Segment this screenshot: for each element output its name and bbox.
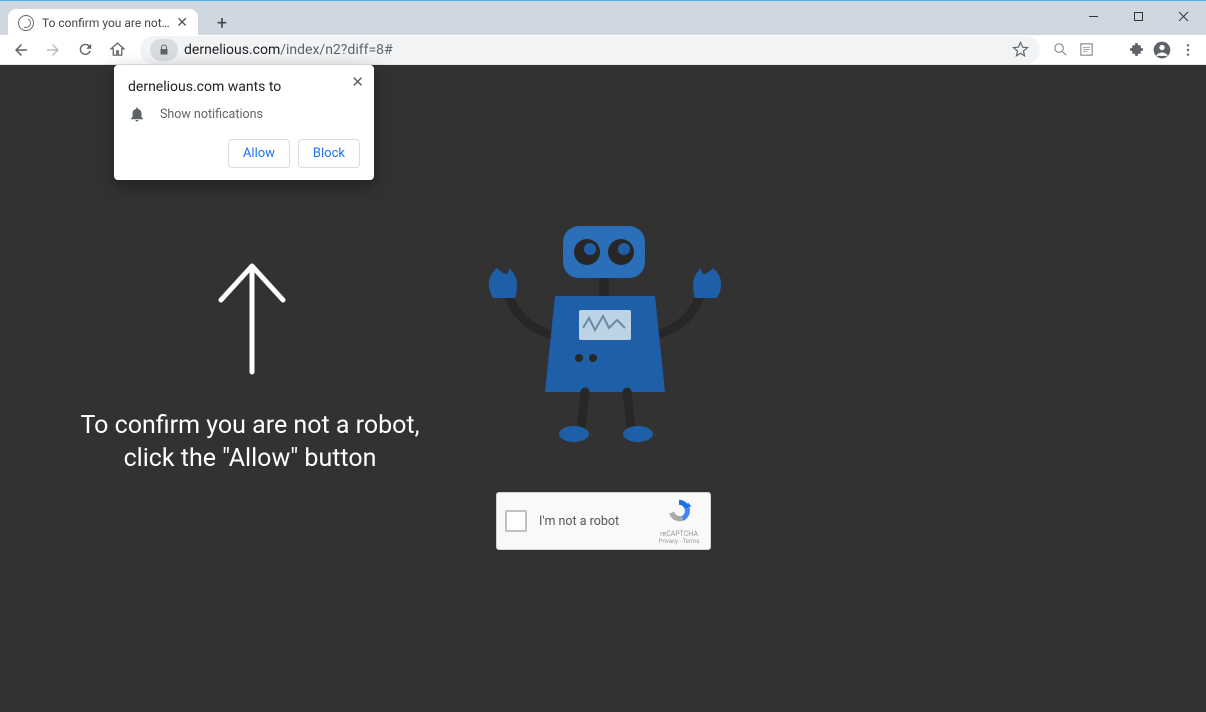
browser-toolbar: dernelious.com/index/n2?diff=8# — [0, 35, 1206, 65]
robot-illustration — [475, 220, 735, 450]
recaptcha-links[interactable]: Privacy - Terms — [656, 538, 702, 545]
menu-icon[interactable] — [1178, 40, 1198, 60]
window-controls — [1071, 1, 1206, 31]
forward-button[interactable] — [40, 37, 66, 63]
recaptcha-widget: I'm not a robot reCAPTCHA Privacy - Term… — [496, 492, 711, 550]
arrow-up-icon — [215, 260, 290, 375]
instruction-line-1: To confirm you are not a robot, — [50, 410, 450, 443]
close-tab-icon[interactable]: ✕ — [176, 15, 188, 31]
prompt-permission-label: Show notifications — [160, 107, 263, 122]
reload-button[interactable] — [72, 37, 98, 63]
allow-button[interactable]: Allow — [228, 139, 290, 168]
window-titlebar: To confirm you are not a robot, c ✕ + — [0, 0, 1206, 35]
window-close-button[interactable] — [1161, 1, 1206, 31]
url-text: dernelious.com/index/n2?diff=8# — [184, 42, 393, 58]
back-button[interactable] — [8, 37, 34, 63]
prompt-close-icon[interactable]: ✕ — [351, 73, 364, 91]
recaptcha-badge: reCAPTCHA Privacy - Terms — [656, 497, 702, 545]
new-tab-button[interactable]: + — [210, 11, 234, 35]
profile-icon[interactable] — [1152, 40, 1172, 60]
recaptcha-logo-icon — [665, 497, 693, 525]
url-path: /index/n2?diff=8# — [280, 42, 392, 58]
browser-tab[interactable]: To confirm you are not a robot, c ✕ — [8, 9, 198, 36]
bell-icon — [128, 105, 146, 123]
tab-title: To confirm you are not a robot, c — [42, 16, 170, 30]
instruction-text: To confirm you are not a robot, click th… — [50, 410, 450, 475]
zoom-icon[interactable] — [1050, 40, 1070, 60]
notification-permission-prompt: ✕ dernelious.com wants to Show notificat… — [114, 65, 374, 180]
minimize-button[interactable] — [1071, 1, 1116, 31]
block-button[interactable]: Block — [298, 139, 360, 168]
recaptcha-brand: reCAPTCHA — [656, 530, 702, 538]
recaptcha-checkbox[interactable] — [505, 510, 527, 532]
prompt-title: dernelious.com wants to — [128, 79, 360, 95]
site-info-button[interactable] — [150, 39, 178, 61]
bookmark-star-icon[interactable] — [1010, 40, 1030, 60]
extensions-icon[interactable] — [1126, 40, 1146, 60]
address-bar[interactable]: dernelious.com/index/n2?diff=8# — [140, 36, 1040, 64]
maximize-button[interactable] — [1116, 1, 1161, 31]
home-button[interactable] — [104, 37, 130, 63]
url-host: dernelious.com — [184, 42, 280, 58]
lock-icon — [158, 44, 170, 56]
instruction-line-2: click the "Allow" button — [50, 443, 450, 476]
reader-icon[interactable] — [1076, 40, 1096, 60]
globe-icon — [18, 15, 34, 31]
recaptcha-label: I'm not a robot — [539, 514, 656, 529]
